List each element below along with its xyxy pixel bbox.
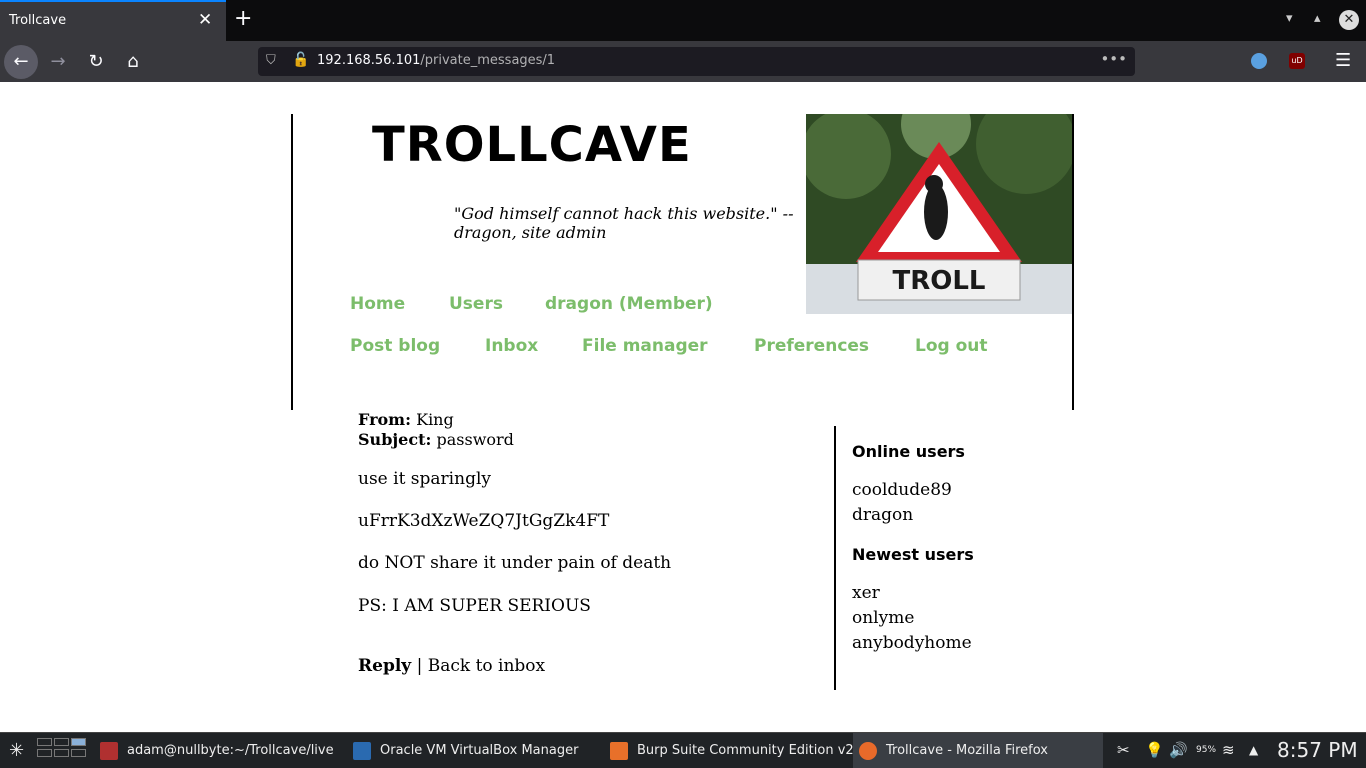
site-tagline: "God himself cannot hack this website." … [454,204,794,242]
scissors-icon[interactable]: ✂ [1117,733,1130,768]
app-launcher-icon[interactable]: ✳ [9,733,24,768]
forward-button[interactable]: → [43,48,73,76]
taskbar-firefox[interactable]: Trollcave - Mozilla Firefox [853,733,1103,768]
maximize-icon[interactable]: ▴ [1314,11,1321,26]
hamburger-menu-icon[interactable]: ☰ [1335,50,1351,71]
insecure-connection-icon[interactable]: 🔓 [292,52,309,68]
site-title: TROLLCAVE [372,117,692,173]
taskbar-burp[interactable]: Burp Suite Community Edition v2... [610,733,866,768]
virtualbox-icon [353,741,371,760]
tab-title: Trollcave [9,13,67,28]
sidebar-divider [834,426,836,690]
header-right-border [1072,114,1074,410]
nav-post-blog[interactable]: Post blog [350,336,440,356]
clock[interactable]: 8:57 PM [1277,733,1358,768]
url-path: /private_messages/1 [420,53,556,68]
message-body-line: uFrrK3dXzWeZQ7JtGgZk4FT [358,511,610,531]
url-text[interactable]: 192.168.56.101/private_messages/1 [317,53,555,68]
nav-profile[interactable]: dragon (Member) [545,294,713,314]
browser-tab[interactable]: Trollcave ✕ [0,0,226,41]
terminal-icon [100,741,118,760]
task-label: Burp Suite Community Edition v2... [637,743,867,758]
page-content: TROLLCAVE "God himself cannot hack this … [0,82,1366,732]
url-host: 192.168.56.101 [317,53,421,68]
task-label: adam@nullbyte:~/Trollcave/live [127,743,334,758]
nav-file-manager[interactable]: File manager [582,336,708,356]
wifi-icon[interactable]: ≋ [1222,733,1235,768]
page-actions-icon[interactable]: ••• [1100,50,1127,68]
message-actions: Reply | Back to inbox [358,656,545,676]
troll-sign-banner: TROLL [806,114,1072,314]
message-body-line: PS: I AM SUPER SERIOUS [358,596,591,616]
subject-value: password [436,430,514,449]
ublock-icon[interactable]: uD [1289,53,1305,69]
nav-inbox[interactable]: Inbox [485,336,538,356]
newest-users-heading: Newest users [852,545,974,564]
reload-button[interactable]: ↻ [81,48,111,76]
list-all-tabs-icon[interactable]: ▾ [1286,11,1293,26]
header-left-border [291,114,293,410]
volume-icon[interactable]: 🔊 [1169,733,1188,768]
online-user[interactable]: cooldude89 [852,480,952,500]
task-label: Oracle VM VirtualBox Manager [380,743,579,758]
battery-icon[interactable]: 95% [1196,733,1216,768]
message-subject: Subject: password [358,430,514,449]
back-button[interactable]: ← [4,45,38,79]
troll-sign-image: TROLL [806,114,1072,314]
new-tab-button[interactable]: + [234,6,252,31]
message-body-line: use it sparingly [358,469,491,489]
from-value: King [416,410,454,429]
firefox-icon [859,741,877,760]
newest-user[interactable]: onlyme [852,608,914,628]
message-body-line: do NOT share it under pain of death [358,553,672,573]
close-window-icon[interactable]: ✕ [1339,10,1359,30]
banner-sign-text: TROLL [893,266,986,296]
reply-link[interactable]: Reply [358,656,411,676]
nav-log-out[interactable]: Log out [915,336,988,356]
back-to-inbox-link[interactable]: Back to inbox [428,656,545,676]
tracking-protection-icon[interactable]: ⛉ [266,53,276,68]
newest-user[interactable]: xer [852,583,880,603]
tray-expand-icon[interactable]: ▲ [1249,733,1258,768]
actions-separator: | [416,656,423,676]
from-label: From: [358,410,412,429]
nav-preferences[interactable]: Preferences [754,336,869,356]
newest-user[interactable]: anybodyhome [852,633,972,653]
virtual-desktop-pager[interactable] [37,736,87,764]
home-button[interactable]: ⌂ [118,48,148,76]
extension-icon[interactable] [1251,53,1267,69]
battery-level: 95% [1196,745,1217,755]
lightbulb-icon[interactable]: 💡 [1145,733,1164,768]
taskbar-terminal[interactable]: adam@nullbyte:~/Trollcave/live [100,733,334,768]
task-label: Trollcave - Mozilla Firefox [886,743,1048,758]
nav-home[interactable]: Home [350,294,405,314]
online-users-heading: Online users [852,442,965,461]
browser-tab-bar: Trollcave ✕ + ▾ ▴ ✕ [0,0,1366,41]
message-from: From: King [358,410,454,429]
subject-label: Subject: [358,430,432,449]
tab-close-icon[interactable]: ✕ [198,10,212,30]
taskbar-virtualbox[interactable]: Oracle VM VirtualBox Manager [353,733,578,768]
address-bar[interactable]: ⛉ 🔓 192.168.56.101/private_messages/1 ••… [258,47,1135,76]
online-user[interactable]: dragon [852,505,913,525]
os-taskbar: ✳ adam@nullbyte:~/Trollcave/live Oracle … [0,732,1366,768]
nav-users[interactable]: Users [449,294,503,314]
burp-icon [610,741,628,760]
